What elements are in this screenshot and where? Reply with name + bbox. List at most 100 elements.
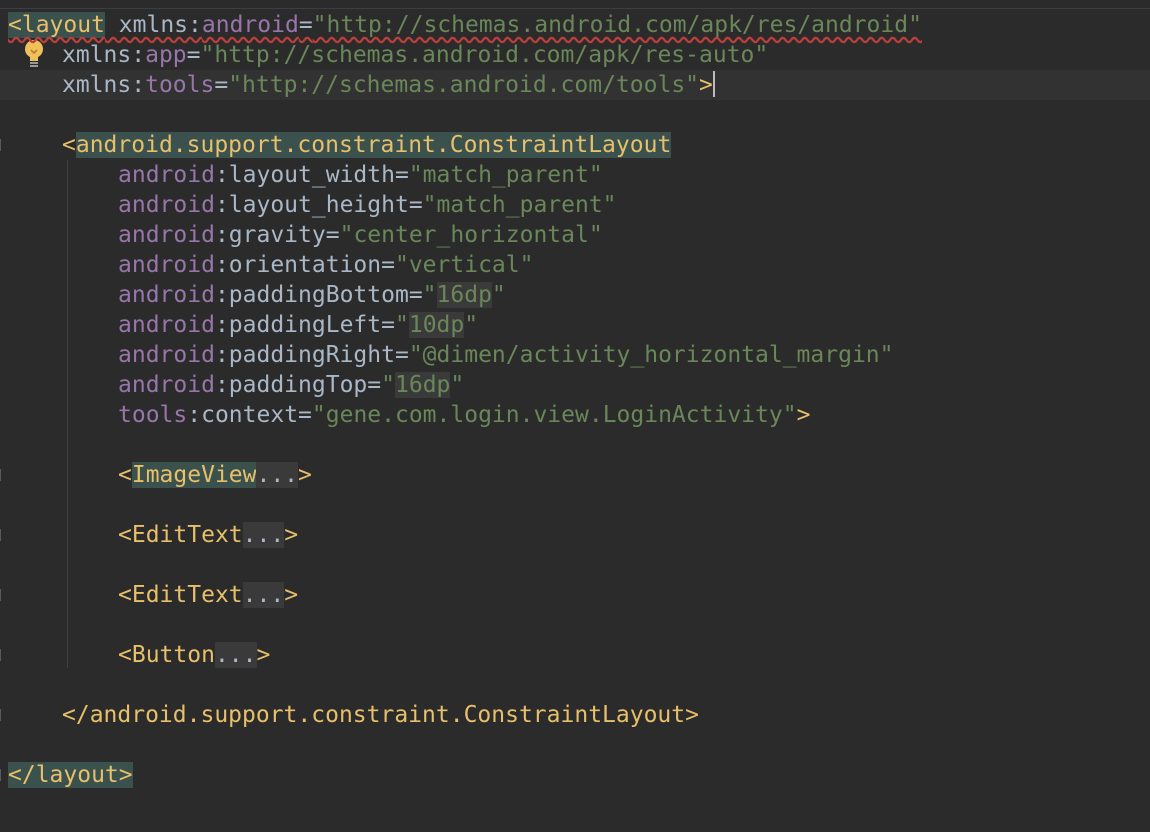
attr-line: android:paddingRight="@dimen/activity_ho… (118, 340, 893, 370)
res-auto-url: "http://schemas.android.com/apk/res-auto… (200, 42, 769, 68)
code-line-2: xmlns:app="http://schemas.android.com/ap… (62, 40, 768, 70)
constraintlayout-tag-name: android.support.constraint.ConstraintLay… (75, 132, 672, 158)
attr-namespace: android (118, 252, 215, 278)
xmlns-prefix: xmlns: (62, 42, 146, 68)
fold-marker[interactable] (0, 709, 5, 721)
imageview-tag-name: ImageView (131, 462, 257, 488)
attr-line: android:paddingBottom="16dp" (118, 280, 506, 310)
attr-name: paddingRight (228, 342, 395, 368)
lightbulb-icon[interactable] (22, 38, 46, 70)
android-schema-url: "http://schemas.android.com/apk/res/andr… (312, 12, 922, 38)
fold-placeholder[interactable]: ... (242, 582, 285, 608)
attr-name: layout_width (228, 162, 395, 188)
android-namespace: android (201, 12, 299, 38)
attr-line: android:gravity="center_horizontal" (118, 220, 603, 250)
attr-colon: : (214, 282, 229, 308)
button-tag-name: Button (131, 642, 215, 668)
attr-name: layout_height (228, 192, 409, 218)
tag-close-bracket: > (284, 522, 299, 548)
attr-value: "vertical" (394, 252, 534, 278)
equals-sign: = (381, 312, 395, 338)
equals-sign: = (298, 12, 313, 38)
attr-line: android:layout_width="match_parent" (118, 160, 603, 190)
edittext-folded-line[interactable]: <EditText...> (118, 580, 298, 610)
attr-namespace: android (118, 372, 215, 398)
layout-close-tag: </layout> (8, 762, 133, 788)
edittext-folded-line[interactable]: <EditText...> (118, 520, 298, 550)
tag-close-bracket: > (298, 462, 312, 488)
code-line-constraint-open: <android.support.constraint.ConstraintLa… (62, 130, 672, 160)
quote: " (491, 282, 506, 308)
fold-placeholder[interactable]: ... (214, 642, 257, 668)
attr-namespace: android (118, 192, 215, 218)
imageview-folded-line[interactable]: <ImageView...> (118, 460, 312, 490)
tools-url: "http://schemas.android.com/tools" (228, 72, 700, 98)
attr-colon: : (214, 192, 229, 218)
tag-open-bracket: < (118, 642, 132, 668)
quote: " (450, 372, 465, 398)
button-folded-line[interactable]: <Button...> (118, 640, 270, 670)
attr-name: orientation (228, 252, 382, 278)
attr-value: 16dp (395, 372, 451, 398)
attr-namespace: android (118, 312, 215, 338)
fold-marker[interactable] (0, 529, 5, 541)
attr-namespace: android (118, 162, 215, 188)
equals-sign: = (298, 402, 312, 428)
tag-open-bracket: < (118, 522, 132, 548)
equals-sign: = (394, 342, 409, 368)
fold-marker[interactable] (0, 769, 5, 781)
fold-marker[interactable] (0, 469, 5, 481)
indent-guide (67, 160, 68, 668)
fold-placeholder[interactable]: ... (256, 462, 299, 488)
attr-value: 10dp (408, 312, 465, 338)
attr-colon: : (214, 342, 229, 368)
tag-close-bracket: > (256, 642, 271, 668)
attr-line: android:orientation="vertical" (118, 250, 533, 280)
attr-value: "@dimen/activity_horizontal_margin" (408, 342, 894, 368)
equals-sign: = (186, 42, 201, 68)
editor-top-border (0, 0, 1150, 9)
tools-namespace: tools (145, 72, 215, 98)
attr-value: "center_horizontal" (339, 222, 603, 248)
tag-open-bracket: < (62, 132, 76, 158)
text-caret (712, 71, 715, 97)
edittext-tag-name: EditText (131, 582, 243, 608)
equals-sign: = (408, 282, 423, 308)
code-line-3: xmlns:tools="http://schemas.android.com/… (62, 70, 715, 100)
xmlns-prefix: xmlns: (104, 12, 202, 38)
attr-name: paddingTop (228, 372, 368, 398)
attr-line: android:paddingTop="16dp" (118, 370, 464, 400)
equals-sign: = (325, 222, 340, 248)
code-editor[interactable]: <layout xmlns:android="http://schemas.an… (0, 0, 1150, 832)
layout-open-tag: <layout (8, 12, 105, 38)
tag-open-bracket: < (118, 462, 132, 488)
attr-name: gravity (228, 222, 326, 248)
attr-colon: : (214, 252, 229, 278)
quote: " (464, 312, 479, 338)
attr-name: context (201, 402, 299, 428)
app-namespace: app (145, 42, 187, 68)
attr-line: android:layout_height="match_parent" (118, 190, 617, 220)
attr-namespace: android (118, 282, 215, 308)
attr-line: tools:context="gene.com.login.view.Login… (118, 400, 810, 430)
constraintlayout-close-tag: </android.support.constraint.ConstraintL… (62, 702, 699, 728)
fold-marker[interactable] (0, 589, 5, 601)
equals-sign: = (381, 252, 395, 278)
attr-value: "match_parent" (422, 192, 617, 218)
equals-sign: = (367, 372, 382, 398)
attr-value: 16dp (436, 282, 492, 308)
fold-marker[interactable] (0, 139, 5, 151)
code-line-constraint-close: </android.support.constraint.ConstraintL… (62, 700, 699, 730)
fold-placeholder[interactable]: ... (242, 522, 285, 548)
tag-close-bracket: > (796, 402, 811, 428)
equals-sign: = (214, 72, 229, 98)
attr-value: "gene.com.login.view.LoginActivity" (311, 402, 797, 428)
edittext-tag-name: EditText (131, 522, 243, 548)
fold-marker[interactable] (0, 649, 5, 661)
tag-close-bracket: > (284, 582, 299, 608)
code-line-1: <layout xmlns:android="http://schemas.an… (8, 10, 922, 40)
tag-close-bracket: > (699, 72, 713, 98)
attr-colon: : (187, 402, 202, 428)
attr-name: paddingLeft (228, 312, 382, 338)
attr-value: "match_parent" (408, 162, 603, 188)
